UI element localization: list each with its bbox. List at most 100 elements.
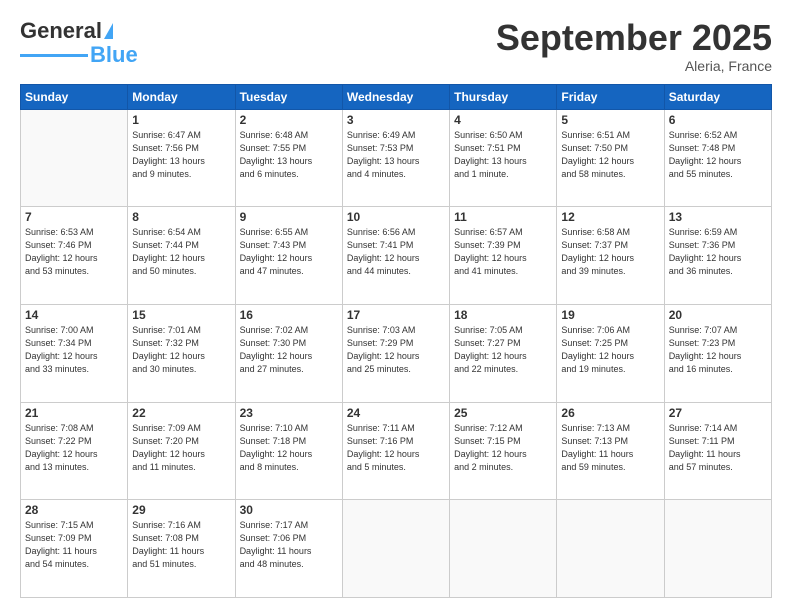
calendar-cell: 22 Sunrise: 7:09 AM Sunset: 7:20 PM Dayli… — [128, 402, 235, 500]
day-info: Sunrise: 7:05 AM Sunset: 7:27 PM Dayligh… — [454, 324, 552, 376]
logo-triangle-icon — [104, 23, 113, 39]
day-info: Sunrise: 7:02 AM Sunset: 7:30 PM Dayligh… — [240, 324, 338, 376]
calendar-cell: 11Sunrise: 6:57 AM Sunset: 7:39 PM Dayli… — [450, 207, 557, 305]
calendar-cell: 4 Sunrise: 6:50 AM Sunset: 7:51 PM Daylig… — [450, 109, 557, 207]
calendar-cell: 19 Sunrise: 7:06 AM Sunset: 7:25 PM Dayli… — [557, 304, 664, 402]
day-number: 28 — [25, 503, 123, 517]
day-number: 12 — [561, 210, 659, 224]
calendar-week-row: 14 Sunrise: 7:00 AM Sunset: 7:34 PM Dayli… — [21, 304, 772, 402]
day-number: 15 — [132, 308, 230, 322]
logo-general: General — [20, 18, 102, 44]
calendar-cell: 27Sunrise: 7:14 AM Sunset: 7:11 PM Dayli… — [664, 402, 771, 500]
day-number: 2 — [240, 113, 338, 127]
calendar-cell: 17 Sunrise: 7:03 AM Sunset: 7:29 PM Dayli… — [342, 304, 449, 402]
day-number: 1 — [132, 113, 230, 127]
day-info: Sunrise: 6:59 AM Sunset: 7:36 PM Dayligh… — [669, 226, 767, 278]
day-number: 17 — [347, 308, 445, 322]
day-info: Sunrise: 7:10 AM Sunset: 7:18 PM Dayligh… — [240, 422, 338, 474]
calendar-cell — [342, 500, 449, 598]
day-info: Sunrise: 6:58 AM Sunset: 7:37 PM Dayligh… — [561, 226, 659, 278]
calendar-cell: 2 Sunrise: 6:48 AM Sunset: 7:55 PM Daylig… — [235, 109, 342, 207]
calendar-cell: 20 Sunrise: 7:07 AM Sunset: 7:23 PM Dayli… — [664, 304, 771, 402]
day-info: Sunrise: 7:15 AM Sunset: 7:09 PM Dayligh… — [25, 519, 123, 571]
day-number: 16 — [240, 308, 338, 322]
calendar-cell: 14 Sunrise: 7:00 AM Sunset: 7:34 PM Dayli… — [21, 304, 128, 402]
day-number: 19 — [561, 308, 659, 322]
calendar-cell: 16 Sunrise: 7:02 AM Sunset: 7:30 PM Dayli… — [235, 304, 342, 402]
day-info: Sunrise: 6:50 AM Sunset: 7:51 PM Dayligh… — [454, 129, 552, 181]
day-number: 18 — [454, 308, 552, 322]
month-title: September 2025 — [496, 18, 772, 58]
calendar-cell: 21 Sunrise: 7:08 AM Sunset: 7:22 PM Dayli… — [21, 402, 128, 500]
day-number: 25 — [454, 406, 552, 420]
day-info: Sunrise: 6:47 AM Sunset: 7:56 PM Dayligh… — [132, 129, 230, 181]
day-info: Sunrise: 7:09 AM Sunset: 7:20 PM Dayligh… — [132, 422, 230, 474]
day-number: 5 — [561, 113, 659, 127]
calendar-header-monday: Monday — [128, 84, 235, 109]
day-number: 4 — [454, 113, 552, 127]
day-info: Sunrise: 6:57 AM Sunset: 7:39 PM Dayligh… — [454, 226, 552, 278]
page: General Blue September 2025 Aleria, Fran… — [0, 0, 792, 612]
day-number: 10 — [347, 210, 445, 224]
day-info: Sunrise: 6:49 AM Sunset: 7:53 PM Dayligh… — [347, 129, 445, 181]
calendar-cell: 7 Sunrise: 6:53 AM Sunset: 7:46 PM Daylig… — [21, 207, 128, 305]
calendar-header-sunday: Sunday — [21, 84, 128, 109]
logo-blue: Blue — [90, 42, 138, 68]
calendar-cell: 23Sunrise: 7:10 AM Sunset: 7:18 PM Dayli… — [235, 402, 342, 500]
day-info: Sunrise: 7:06 AM Sunset: 7:25 PM Dayligh… — [561, 324, 659, 376]
day-info: Sunrise: 7:08 AM Sunset: 7:22 PM Dayligh… — [25, 422, 123, 474]
day-info: Sunrise: 6:48 AM Sunset: 7:55 PM Dayligh… — [240, 129, 338, 181]
day-number: 29 — [132, 503, 230, 517]
calendar-header-tuesday: Tuesday — [235, 84, 342, 109]
calendar-week-row: 1 Sunrise: 6:47 AM Sunset: 7:56 PM Daylig… — [21, 109, 772, 207]
calendar-cell: 24 Sunrise: 7:11 AM Sunset: 7:16 PM Dayli… — [342, 402, 449, 500]
day-number: 14 — [25, 308, 123, 322]
logo: General Blue — [20, 18, 138, 68]
calendar-cell: 5 Sunrise: 6:51 AM Sunset: 7:50 PM Daylig… — [557, 109, 664, 207]
calendar-table: SundayMondayTuesdayWednesdayThursdayFrid… — [20, 84, 772, 598]
day-number: 13 — [669, 210, 767, 224]
day-info: Sunrise: 7:16 AM Sunset: 7:08 PM Dayligh… — [132, 519, 230, 571]
day-number: 24 — [347, 406, 445, 420]
day-info: Sunrise: 7:17 AM Sunset: 7:06 PM Dayligh… — [240, 519, 338, 571]
day-info: Sunrise: 7:13 AM Sunset: 7:13 PM Dayligh… — [561, 422, 659, 474]
calendar-cell: 15 Sunrise: 7:01 AM Sunset: 7:32 PM Dayli… — [128, 304, 235, 402]
calendar-week-row: 21 Sunrise: 7:08 AM Sunset: 7:22 PM Dayli… — [21, 402, 772, 500]
calendar-cell: 13 Sunrise: 6:59 AM Sunset: 7:36 PM Dayli… — [664, 207, 771, 305]
location: Aleria, France — [496, 58, 772, 74]
day-info: Sunrise: 6:54 AM Sunset: 7:44 PM Dayligh… — [132, 226, 230, 278]
calendar-cell: 8 Sunrise: 6:54 AM Sunset: 7:44 PM Daylig… — [128, 207, 235, 305]
day-info: Sunrise: 7:14 AM Sunset: 7:11 PM Dayligh… — [669, 422, 767, 474]
calendar-week-row: 28 Sunrise: 7:15 AM Sunset: 7:09 PM Dayli… — [21, 500, 772, 598]
day-info: Sunrise: 7:03 AM Sunset: 7:29 PM Dayligh… — [347, 324, 445, 376]
day-info: Sunrise: 7:07 AM Sunset: 7:23 PM Dayligh… — [669, 324, 767, 376]
day-number: 30 — [240, 503, 338, 517]
logo-underline — [20, 54, 88, 57]
day-number: 8 — [132, 210, 230, 224]
day-info: Sunrise: 7:12 AM Sunset: 7:15 PM Dayligh… — [454, 422, 552, 474]
calendar-cell: 29 Sunrise: 7:16 AM Sunset: 7:08 PM Dayli… — [128, 500, 235, 598]
calendar-cell: 1 Sunrise: 6:47 AM Sunset: 7:56 PM Daylig… — [128, 109, 235, 207]
calendar-cell: 26 Sunrise: 7:13 AM Sunset: 7:13 PM Dayli… — [557, 402, 664, 500]
day-number: 3 — [347, 113, 445, 127]
day-number: 7 — [25, 210, 123, 224]
calendar-cell — [21, 109, 128, 207]
calendar-week-row: 7 Sunrise: 6:53 AM Sunset: 7:46 PM Daylig… — [21, 207, 772, 305]
calendar-cell: 3 Sunrise: 6:49 AM Sunset: 7:53 PM Daylig… — [342, 109, 449, 207]
day-info: Sunrise: 6:51 AM Sunset: 7:50 PM Dayligh… — [561, 129, 659, 181]
title-block: September 2025 Aleria, France — [496, 18, 772, 74]
calendar-cell: 25 Sunrise: 7:12 AM Sunset: 7:15 PM Dayli… — [450, 402, 557, 500]
day-number: 21 — [25, 406, 123, 420]
day-info: Sunrise: 7:00 AM Sunset: 7:34 PM Dayligh… — [25, 324, 123, 376]
calendar-cell: 9Sunrise: 6:55 AM Sunset: 7:43 PM Daylig… — [235, 207, 342, 305]
calendar-cell: 30 Sunrise: 7:17 AM Sunset: 7:06 PM Dayli… — [235, 500, 342, 598]
calendar-cell: 6Sunrise: 6:52 AM Sunset: 7:48 PM Daylig… — [664, 109, 771, 207]
day-info: Sunrise: 6:53 AM Sunset: 7:46 PM Dayligh… — [25, 226, 123, 278]
day-info: Sunrise: 6:56 AM Sunset: 7:41 PM Dayligh… — [347, 226, 445, 278]
day-number: 20 — [669, 308, 767, 322]
day-number: 9 — [240, 210, 338, 224]
day-number: 26 — [561, 406, 659, 420]
day-info: Sunrise: 7:11 AM Sunset: 7:16 PM Dayligh… — [347, 422, 445, 474]
day-info: Sunrise: 7:01 AM Sunset: 7:32 PM Dayligh… — [132, 324, 230, 376]
day-number: 22 — [132, 406, 230, 420]
